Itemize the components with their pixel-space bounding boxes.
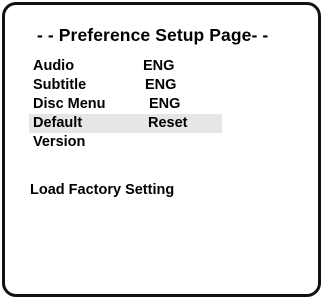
preference-menu: Audio ENG Subtitle ENG Disc Menu ENG Def… — [5, 57, 318, 152]
menu-item-version[interactable]: Version — [5, 133, 318, 152]
menu-item-label: Subtitle — [33, 77, 87, 93]
menu-item-label: Disc Menu — [33, 96, 106, 112]
menu-item-subtitle[interactable]: Subtitle ENG — [5, 76, 318, 95]
menu-item-default[interactable]: Default Reset — [29, 114, 222, 133]
menu-item-audio[interactable]: Audio ENG — [5, 57, 318, 76]
page-title: - - Preference Setup Page- - — [37, 25, 269, 45]
menu-item-label: Default — [33, 115, 83, 131]
menu-item-value: Reset — [148, 115, 188, 131]
help-text: Load Factory Setting — [30, 182, 175, 198]
menu-item-disc-menu[interactable]: Disc Menu ENG — [5, 95, 318, 114]
menu-item-label: Version — [33, 134, 86, 150]
menu-item-value: ENG — [143, 58, 175, 74]
menu-item-label: Audio — [33, 58, 75, 74]
preference-setup-screen: - - Preference Setup Page- - Audio ENG S… — [2, 2, 321, 297]
menu-item-value: ENG — [145, 77, 177, 93]
menu-item-value: ENG — [149, 96, 181, 112]
